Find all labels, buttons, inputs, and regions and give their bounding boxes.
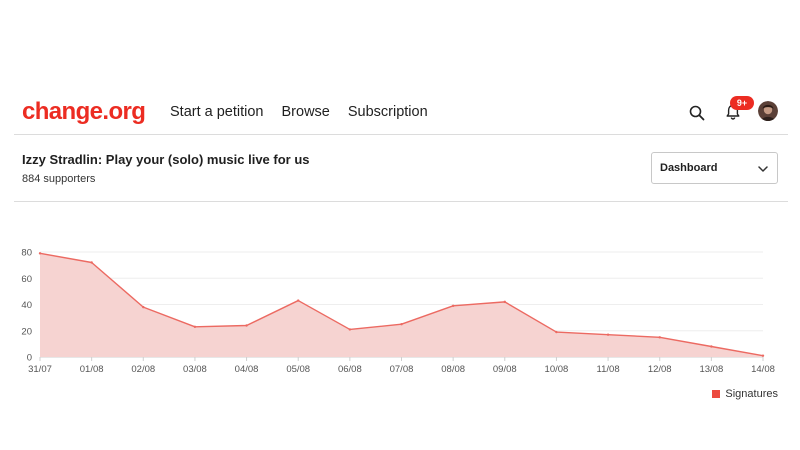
x-tick-label: 02/08: [131, 364, 155, 375]
x-tick-label: 08/08: [441, 364, 465, 375]
data-point: [193, 325, 197, 329]
data-point: [606, 333, 610, 336]
data-point: [348, 328, 352, 331]
change-org-logo[interactable]: change.org: [22, 98, 146, 126]
y-tick-label: 60: [21, 274, 32, 285]
data-point: [90, 261, 93, 264]
legend-label: Signatures: [725, 388, 778, 400]
data-point: [761, 354, 765, 357]
y-tick-label: 0: [27, 353, 32, 364]
data-point: [710, 345, 713, 348]
x-tick-label: 11/08: [597, 364, 620, 375]
x-tick-label: 13/08: [699, 364, 723, 375]
top-nav: change.org Start a petition Browse Subsc…: [14, 90, 788, 135]
nav-subscription[interactable]: Subscription: [348, 104, 428, 120]
nav-browse[interactable]: Browse: [282, 104, 330, 120]
y-tick-label: 20: [21, 326, 32, 337]
legend-swatch: [712, 390, 721, 398]
nav-start-petition[interactable]: Start a petition: [170, 104, 264, 120]
data-point: [503, 300, 506, 304]
data-point: [38, 252, 42, 255]
x-tick-label: 04/08: [235, 364, 259, 375]
signatures-chart: 0 20 40 60 80 31/07 01/08 02/08 03/08 04/08 05/08 0…: [21, 248, 775, 376]
dashboard-select-value: Dashboard: [660, 162, 718, 174]
x-tick-label: 03/08: [183, 364, 207, 375]
x-tick-label: 06/08: [338, 364, 362, 375]
data-point: [400, 322, 403, 326]
x-tick-label: 09/08: [493, 364, 517, 375]
x-tick-label: 05/08: [286, 364, 310, 375]
data-point: [297, 299, 300, 302]
signatures-area: [40, 253, 763, 357]
dashboard-select[interactable]: Dashboard: [651, 152, 778, 184]
chart-legend[interactable]: Signatures: [712, 388, 778, 400]
notification-badge: 9+: [730, 96, 754, 110]
petition-summary: Izzy Stradlin: Play your (solo) music li…: [14, 135, 788, 202]
data-point: [451, 304, 455, 308]
main-nav: Start a petition Browse Subscription: [170, 104, 428, 120]
data-point: [142, 305, 145, 309]
avatar[interactable]: [758, 101, 778, 121]
x-tick-label: 31/07: [28, 364, 52, 375]
data-point: [555, 330, 558, 334]
petition-title[interactable]: Izzy Stradlin: Play your (solo) music li…: [22, 152, 310, 167]
supporter-count: 884 supporters: [22, 173, 96, 185]
x-tick-label: 12/08: [648, 364, 672, 375]
data-point: [245, 324, 248, 327]
x-tick-label: 14/08: [751, 364, 775, 375]
y-tick-label: 40: [21, 300, 32, 311]
x-tick-label: 10/08: [545, 364, 569, 375]
x-tick-label: 07/08: [390, 364, 414, 375]
chevron-down-icon: [758, 166, 768, 172]
data-point: [658, 336, 661, 339]
search-icon[interactable]: [688, 104, 706, 122]
y-tick-label: 80: [21, 248, 32, 259]
x-tick-label: 01/08: [80, 364, 104, 375]
